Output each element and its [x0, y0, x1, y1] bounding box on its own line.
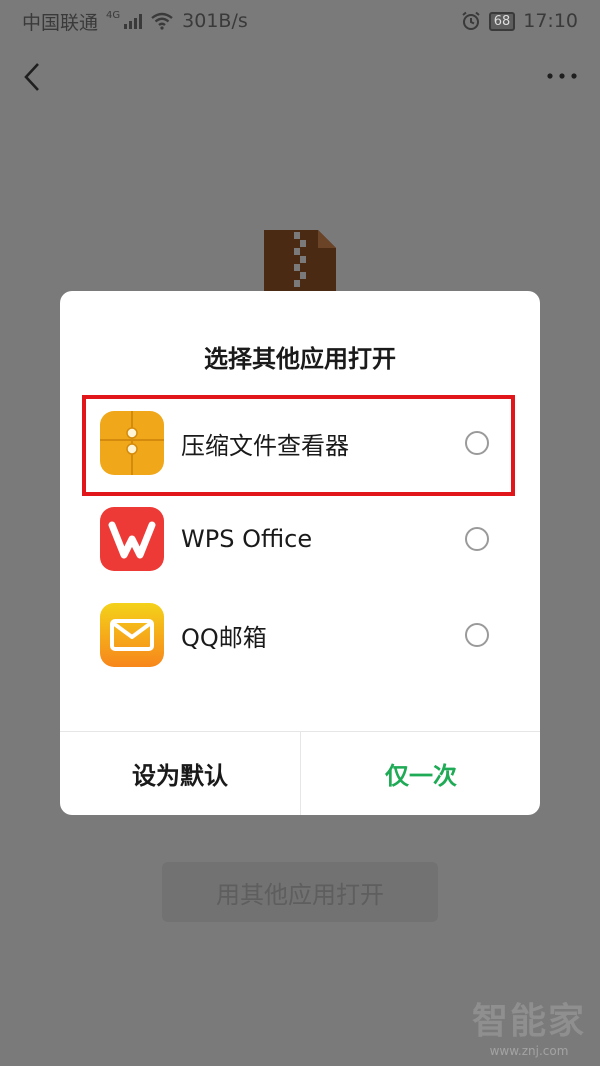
status-right: 68 17:10: [461, 10, 578, 32]
dialog-title: 选择其他应用打开: [204, 345, 396, 373]
network-type-label: 4G: [106, 9, 121, 21]
radio-wps-office[interactable]: [465, 527, 489, 551]
signal-icon: [124, 13, 143, 29]
battery-indicator: 68: [488, 11, 516, 31]
just-once-button[interactable]: 仅一次: [301, 732, 540, 815]
more-horizontal-icon: [547, 73, 577, 79]
app-option-wps-office[interactable]: WPS Office: [60, 491, 540, 587]
status-bar: 中国联通 4G 301B/s 68 17:10: [0, 0, 600, 42]
highlight-annotation-box: [82, 395, 515, 496]
chevron-left-icon: [24, 63, 39, 91]
watermark: 智能家 www.znj.com: [472, 992, 586, 1058]
zip-file-icon: [262, 230, 338, 294]
app-name-wps-office: WPS Office: [181, 525, 313, 553]
clock-label: 17:10: [523, 10, 578, 32]
open-with-other-app-button[interactable]: 用其他应用打开: [162, 862, 438, 922]
status-left: 中国联通 4G 301B/s: [22, 8, 248, 35]
watermark-logo-text: 智能家: [471, 1001, 586, 1042]
back-button[interactable]: [18, 58, 48, 96]
qq-mail-app-icon: [100, 603, 164, 667]
set-default-button[interactable]: 设为默认: [60, 732, 300, 815]
wifi-icon: [151, 12, 173, 30]
app-name-qq-mail: QQ邮箱: [181, 623, 267, 652]
carrier-label: 中国联通: [22, 11, 99, 34]
network-speed-label: 301B/s: [182, 10, 248, 32]
more-options-button[interactable]: [544, 64, 580, 88]
watermark-url: www.znj.com: [489, 1044, 569, 1058]
open-with-dialog: 选择其他应用打开 压缩文件查看器 WPS Office QQ邮箱 设为默认 仅一…: [60, 291, 540, 815]
wps-office-app-icon: [100, 507, 164, 571]
alarm-icon: [462, 11, 480, 30]
radio-qq-mail[interactable]: [465, 623, 489, 647]
app-option-qq-mail[interactable]: QQ邮箱: [60, 587, 540, 683]
